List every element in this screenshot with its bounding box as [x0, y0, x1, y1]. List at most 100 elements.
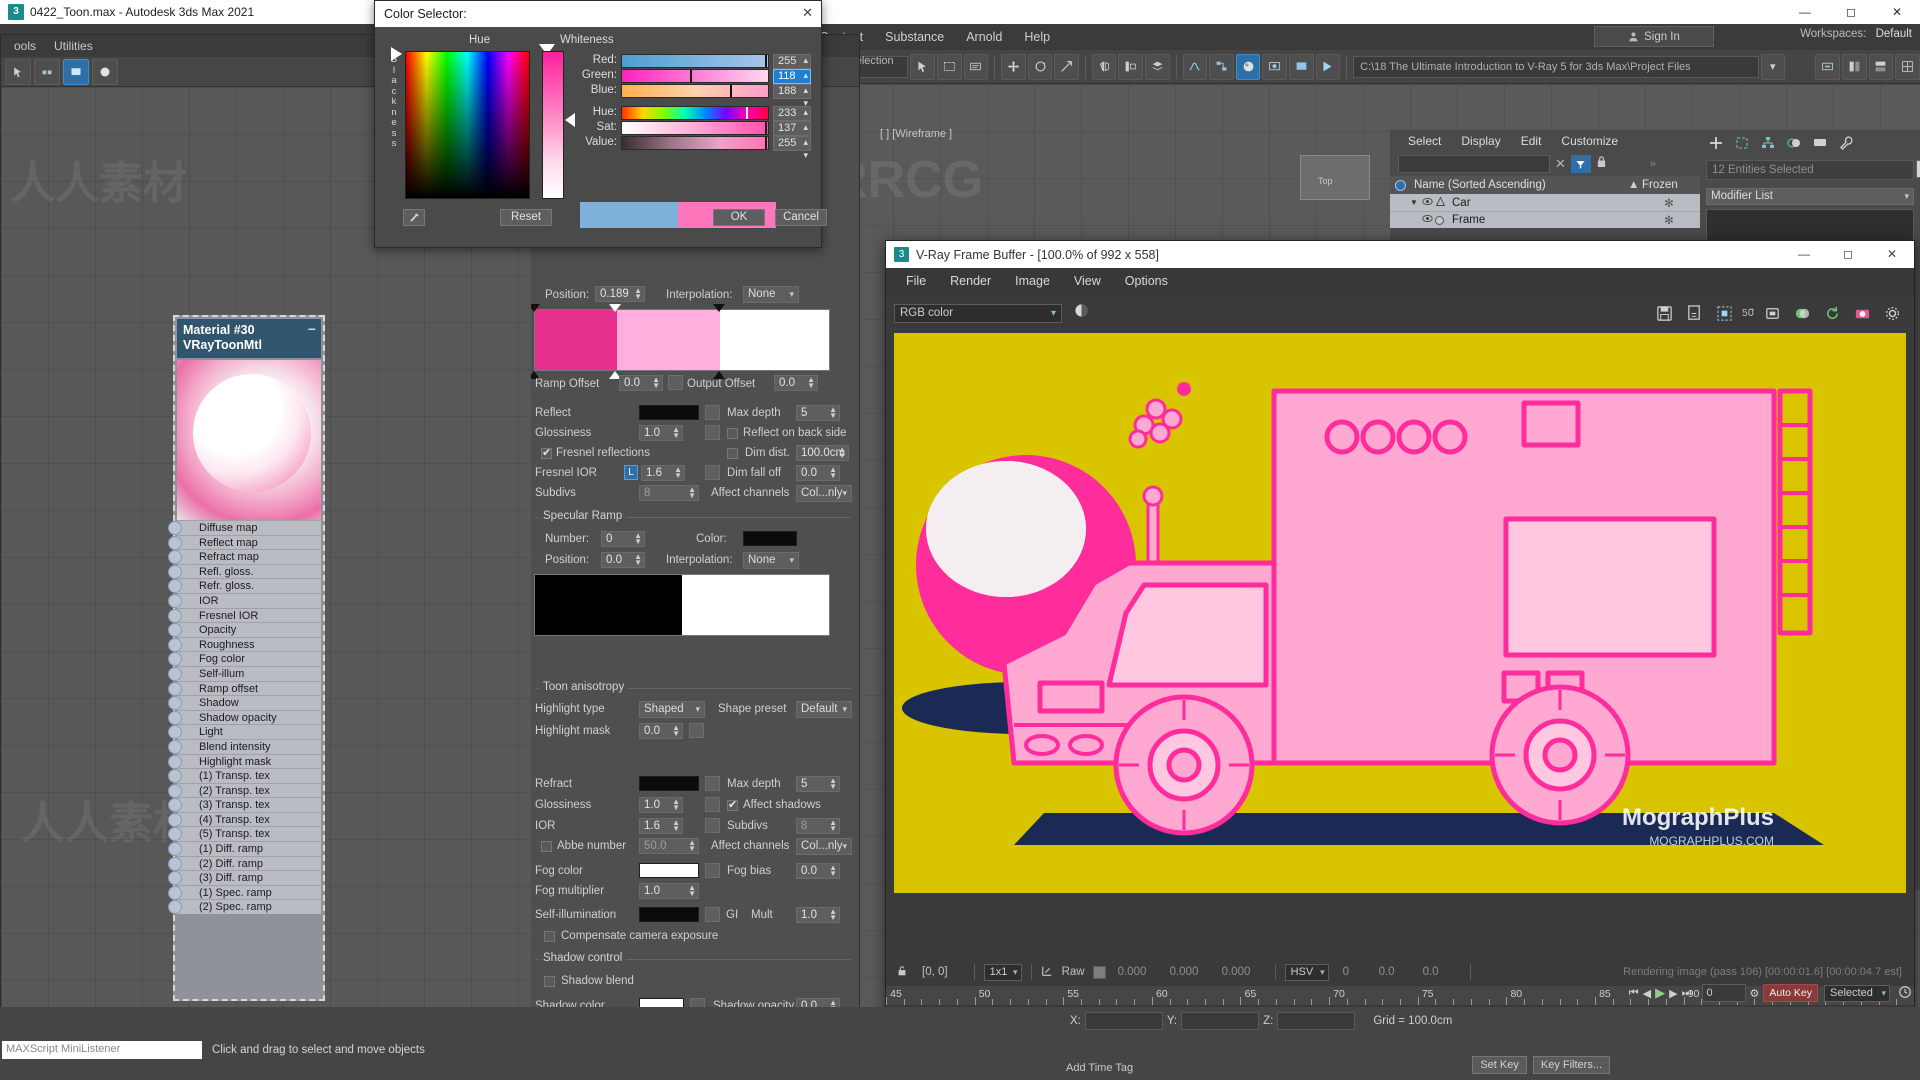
reflect-on-back-side-checkbox[interactable] [727, 428, 738, 439]
material-node[interactable]: Material #30 VRayToonMtl − Diffuse mapRe… [173, 315, 325, 1001]
refract-color-swatch[interactable] [639, 776, 699, 791]
reflect-max-depth-input[interactable]: 5 ▲▼ [796, 405, 840, 421]
slot-connector-icon[interactable] [168, 842, 182, 856]
ramp-offset-input[interactable]: 0.0 ▲▼ [619, 375, 663, 391]
move-children-button[interactable] [34, 59, 60, 85]
slot-connector-icon[interactable] [168, 609, 182, 623]
material-slot[interactable]: Refr. gloss. [177, 578, 321, 593]
ior-map-button[interactable] [705, 818, 720, 833]
color-swatch[interactable] [1916, 160, 1920, 178]
spec-color-swatch[interactable] [743, 531, 797, 546]
spec-interpolation-dropdown[interactable]: None [743, 552, 799, 569]
quick-render-button[interactable] [1815, 54, 1840, 80]
slot-connector-icon[interactable] [168, 667, 182, 681]
vfb-menu-image[interactable]: Image [1003, 268, 1062, 294]
table-row[interactable]: Frame ✻ [1390, 211, 1700, 228]
hue-saturation-picker[interactable] [405, 51, 530, 199]
material-slot[interactable]: Roughness [177, 637, 321, 652]
slot-connector-icon[interactable] [168, 696, 182, 710]
red-input[interactable]: 255 ▴▾ [773, 54, 811, 69]
material-slot[interactable]: Fog color [177, 651, 321, 666]
setkey-controls[interactable]: Set Key Key Filters... [1472, 1056, 1610, 1074]
fresnel-ior-lock-button[interactable]: L [624, 465, 638, 480]
select-tool-button[interactable] [5, 59, 31, 85]
reflect-color-swatch[interactable] [639, 405, 699, 420]
material-slot[interactable]: (3) Transp. tex [177, 797, 321, 812]
channel-row-value[interactable]: Value: 255 ▴▾ [573, 136, 815, 152]
material-slot[interactable]: Opacity [177, 622, 321, 637]
slot-connector-icon[interactable] [168, 857, 182, 871]
color-mode-icon[interactable] [1074, 303, 1089, 323]
close-icon[interactable]: ✕ [1555, 156, 1566, 172]
ior-input[interactable]: 1.6 ▲▼ [639, 818, 683, 834]
slot-connector-icon[interactable] [168, 711, 182, 725]
save-all-icon[interactable] [1682, 301, 1706, 325]
se-menu-select[interactable]: Select [1398, 134, 1451, 148]
gear-icon[interactable] [1880, 301, 1904, 325]
maximize-button[interactable]: ◻ [1828, 0, 1874, 24]
vfb-menu-options[interactable]: Options [1113, 268, 1180, 294]
eye-icon[interactable] [1422, 214, 1435, 226]
column-frozen-header[interactable]: Frozen [1638, 179, 1700, 191]
blue-slider[interactable] [621, 84, 769, 98]
list-item[interactable]: Car [1449, 197, 1638, 209]
status-bar[interactable]: X: Y: Z: Grid = 100.0cm ⏮ ◀ ▶ ▶ ⏭ 0 ⚙ Au… [0, 1034, 1920, 1080]
select-window-button[interactable] [937, 54, 962, 80]
vfb-maximize-button[interactable]: ◻ [1826, 241, 1870, 268]
reflect-glossiness-map-button[interactable] [705, 425, 720, 440]
red-slider[interactable] [621, 54, 769, 68]
slot-connector-icon[interactable] [168, 784, 182, 798]
curve-editor-button[interactable] [1183, 54, 1208, 80]
hierarchy-icon[interactable] [1756, 131, 1780, 155]
refract-affect-channels-dropdown[interactable]: Col...nly [796, 838, 852, 855]
material-editor-button[interactable] [1236, 54, 1261, 80]
scale-tool-button[interactable] [1054, 54, 1079, 80]
material-node-header[interactable]: Material #30 VRayToonMtl − [177, 319, 321, 358]
material-slot[interactable]: (4) Transp. tex [177, 812, 321, 827]
utilities-icon[interactable] [1834, 131, 1858, 155]
material-slot[interactable]: (3) Diff. ramp [177, 870, 321, 885]
mirror-button[interactable] [1092, 54, 1117, 80]
path-browse-button[interactable]: ▾ [1761, 54, 1786, 80]
slot-connector-icon[interactable] [168, 769, 182, 783]
value-input[interactable]: 255 ▴▾ [773, 136, 811, 151]
menu-help[interactable]: Help [1013, 24, 1061, 50]
channel-row-hue[interactable]: Hue: 233 ▴▾ [573, 106, 815, 122]
vfb-minimize-button[interactable]: — [1782, 241, 1826, 268]
slot-connector-icon[interactable] [168, 536, 182, 550]
y-input[interactable] [1181, 1012, 1259, 1030]
menu-arnold[interactable]: Arnold [955, 24, 1013, 50]
maxscript-mini-listener[interactable]: MAXScript MiniListener [2, 1041, 202, 1059]
ramp-key-icon[interactable] [531, 304, 540, 312]
material-slot[interactable]: Reflect map [177, 535, 321, 550]
hue-slider[interactable] [621, 106, 769, 120]
workspaces-control[interactable]: Workspaces: Default [1800, 28, 1912, 40]
channel-row-green[interactable]: Green: 118 ▴▾ [573, 69, 815, 85]
play-icon[interactable]: ▶ [1655, 985, 1665, 1001]
sat-input[interactable]: 137 ▴▾ [773, 121, 811, 136]
column-toggle-icon[interactable] [1390, 176, 1410, 194]
green-slider[interactable] [621, 69, 769, 83]
material-preview-thumbnail[interactable] [177, 360, 321, 520]
refresh-icon[interactable] [1820, 301, 1844, 325]
reflect-map-button[interactable] [705, 405, 720, 420]
layout-2-button[interactable] [1869, 54, 1894, 80]
go-to-start-icon[interactable]: ⏮ [1629, 987, 1639, 1000]
channel-row-red[interactable]: Red: 255 ▴▾ [573, 54, 815, 70]
fresnel-ior-map-button[interactable] [705, 465, 720, 480]
stamp-icon[interactable]: 50⃗ [1742, 308, 1754, 319]
slot-connector-icon[interactable] [168, 594, 182, 608]
shape-preset-dropdown[interactable]: Default [796, 701, 852, 718]
slot-connector-icon[interactable] [168, 579, 182, 593]
hue-input[interactable]: 233 ▴▾ [773, 106, 811, 121]
refract-glossiness-map-button[interactable] [705, 797, 720, 812]
highlight-mask-input[interactable]: 0.0 ▲▼ [639, 723, 683, 739]
minimize-button[interactable]: — [1782, 0, 1828, 24]
material-slot[interactable]: Shadow opacity [177, 710, 321, 725]
frozen-icon[interactable]: ✻ [1638, 213, 1700, 227]
ramp-interpolation-dropdown[interactable]: None [743, 286, 799, 303]
go-to-end-icon[interactable]: ⏭ [1682, 987, 1692, 1000]
column-name-header[interactable]: Name (Sorted Ascending) [1410, 179, 1628, 191]
set-key-button[interactable]: Set Key [1472, 1056, 1527, 1074]
material-slot[interactable]: Shadow [177, 695, 321, 710]
